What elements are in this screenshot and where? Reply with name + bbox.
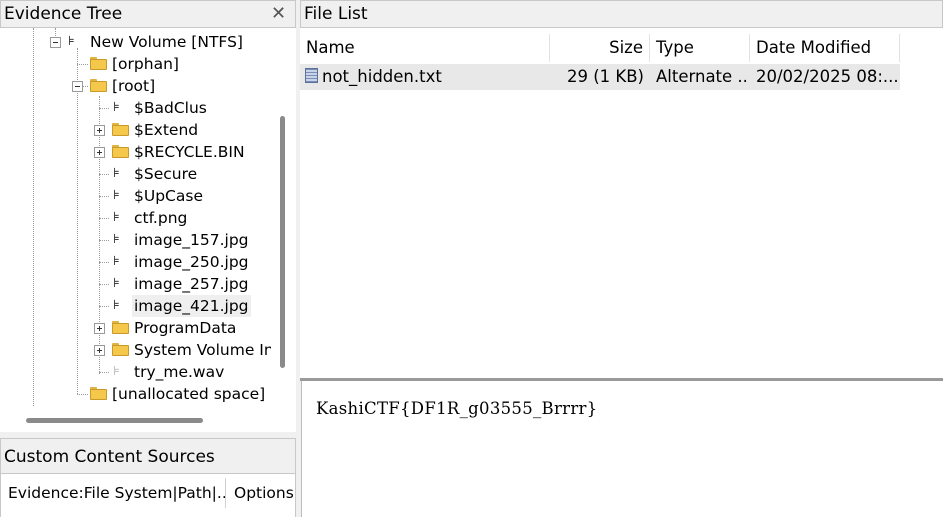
expand-icon[interactable] [94,125,105,136]
text-file-icon [305,68,318,83]
tree-file-icon: ⊧ [113,100,120,115]
column-header-type[interactable]: Type [650,34,750,62]
tree-node-label: [root] [112,77,156,95]
tree-node-upcase[interactable]: ⊧ $UpCase [0,185,280,207]
cell-name[interactable]: not_hidden.txt [322,64,547,90]
tree-node-label: ProgramData [134,319,237,337]
file-list: Name Size Type Date Modified not_hidden.… [300,28,943,378]
folder-icon [90,387,107,400]
tree-node-recycle-bin[interactable]: $RECYCLE.BIN [0,141,280,163]
folder-icon [112,123,129,136]
folder-icon [112,145,129,158]
tree-file-icon: ⊧ [113,188,120,203]
tree-node-label: image_157.jpg [134,231,249,249]
tree-node-orphan[interactable]: [orphan] [0,53,280,75]
tree-node-image-250[interactable]: ⊧ image_250.jpg [0,251,280,273]
tree-file-icon: ⊧ [113,276,120,291]
tree-node-label: image_421.jpg [132,295,251,317]
expand-icon[interactable] [94,323,105,334]
file-list-header: File List [300,0,943,28]
custom-content-sources-table: Evidence:File System|Path|... Options [0,474,296,517]
collapse-icon[interactable] [72,81,83,92]
tree-file-icon: ⊧ [113,166,120,181]
evidence-tree-panel: Evidence Tree ✕ ⊧ New Volume [NTFS] [orp… [0,0,296,432]
tree-node-label: $UpCase [134,187,203,205]
ccs-column-options[interactable]: Options [227,478,294,508]
tree-node-label: $BadClus [134,99,207,117]
tree-node-label: ctf.png [134,209,188,227]
tree-node-label: $RECYCLE.BIN [134,143,245,161]
tree-node-ctf-png[interactable]: ⊧ ctf.png [0,207,280,229]
cell-size: 29 (1 KB) [567,67,644,86]
close-icon[interactable]: ✕ [271,4,286,24]
folder-icon [112,321,129,334]
evidence-tree-header: Evidence Tree ✕ [0,0,296,28]
tree-node-label: $Extend [134,121,199,139]
tree-node-programdata[interactable]: ProgramData [0,317,280,339]
tree-node-image-257[interactable]: ⊧ image_257.jpg [0,273,280,295]
tree-file-icon: ⊧ [113,364,120,379]
tree-node-image-157[interactable]: ⊧ image_157.jpg [0,229,280,251]
tree-node-root[interactable]: [root] [0,75,280,97]
tree-icon: ⊧ [68,34,75,49]
column-header-name[interactable]: Name [300,34,550,62]
ccs-column-evidence[interactable]: Evidence:File System|Path|... [4,478,226,508]
content-viewer: KashiCTF{DF1R_g03555_Brrrr} [301,381,943,517]
cell-date-modified: 20/02/2025 08:... [756,67,898,86]
expand-icon[interactable] [94,345,105,356]
tree-node-label: image_257.jpg [134,275,249,293]
tree-node-unallocated-space[interactable]: [unallocated space] [0,383,280,405]
expand-icon[interactable] [94,147,105,158]
tree-vertical-scrollbar[interactable] [280,116,285,368]
tree-node-new-volume[interactable]: ⊧ New Volume [NTFS] [0,31,280,53]
folder-icon [90,79,107,92]
tree-node-extend[interactable]: $Extend [0,119,280,141]
tree-node-badclus[interactable]: ⊧ $BadClus [0,97,280,119]
tree-node-label: New Volume [NTFS] [90,33,243,51]
tree-node-label: $Secure [134,165,198,183]
tree-file-icon: ⊧ [113,254,120,269]
tree-node-secure[interactable]: ⊧ $Secure [0,163,280,185]
tree-file-icon: ⊧ [113,298,120,313]
evidence-tree: ⊧ New Volume [NTFS] [orphan] [root] ⊧ $B… [0,28,296,410]
cell-type: Alternate ... [656,67,746,86]
tree-node-label: [orphan] [112,55,179,73]
tree-node-label: System Volume Info [134,341,271,359]
evidence-tree-title: Evidence Tree [4,4,123,24]
file-list-title: File List [304,4,368,24]
column-header-size[interactable]: Size [550,34,650,62]
tree-node-label: try_me.wav [134,363,225,381]
tree-node-try-me-wav[interactable]: ⊧ try_me.wav [0,361,280,383]
tree-file-icon: ⊧ [113,232,120,247]
custom-content-sources-header: Custom Content Sources [0,438,296,474]
tree-node-label: [unallocated space] [112,385,266,403]
file-content-text: KashiCTF{DF1R_g03555_Brrrr} [316,399,598,418]
tree-node-image-421[interactable]: ⊧ image_421.jpg [0,295,280,317]
folder-icon [90,57,107,70]
tree-node-label: image_250.jpg [134,253,249,271]
tree-node-system-volume-info[interactable]: System Volume Info [0,339,271,361]
folder-icon [112,343,129,356]
tree-horizontal-scrollbar[interactable] [26,418,203,423]
column-header-date-modified[interactable]: Date Modified [750,34,900,62]
tree-file-icon: ⊧ [113,210,120,225]
collapse-icon[interactable] [50,37,61,48]
